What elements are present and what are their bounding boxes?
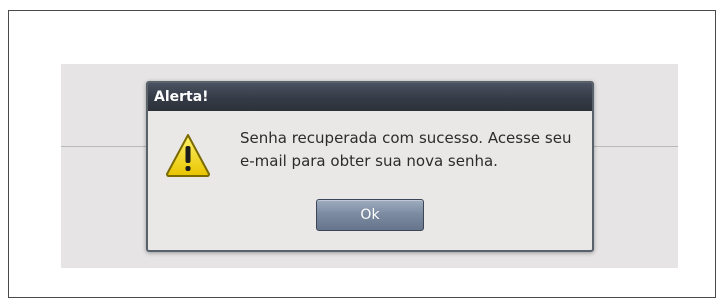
alert-dialog: Alerta! Senha recuperada com sucesso. Ac… bbox=[146, 81, 594, 252]
overlay-divider-right bbox=[594, 146, 678, 147]
warning-icon bbox=[166, 134, 210, 177]
dialog-message: Senha recuperada com sucesso. Acesse seu… bbox=[240, 129, 572, 170]
dialog-content: Senha recuperada com sucesso. Acesse seu… bbox=[148, 111, 592, 250]
dialog-titlebar: Alerta! bbox=[148, 83, 592, 111]
overlay-divider-left bbox=[61, 146, 147, 147]
dialog-title: Alerta! bbox=[154, 89, 209, 105]
ok-button[interactable]: Ok bbox=[316, 199, 424, 231]
